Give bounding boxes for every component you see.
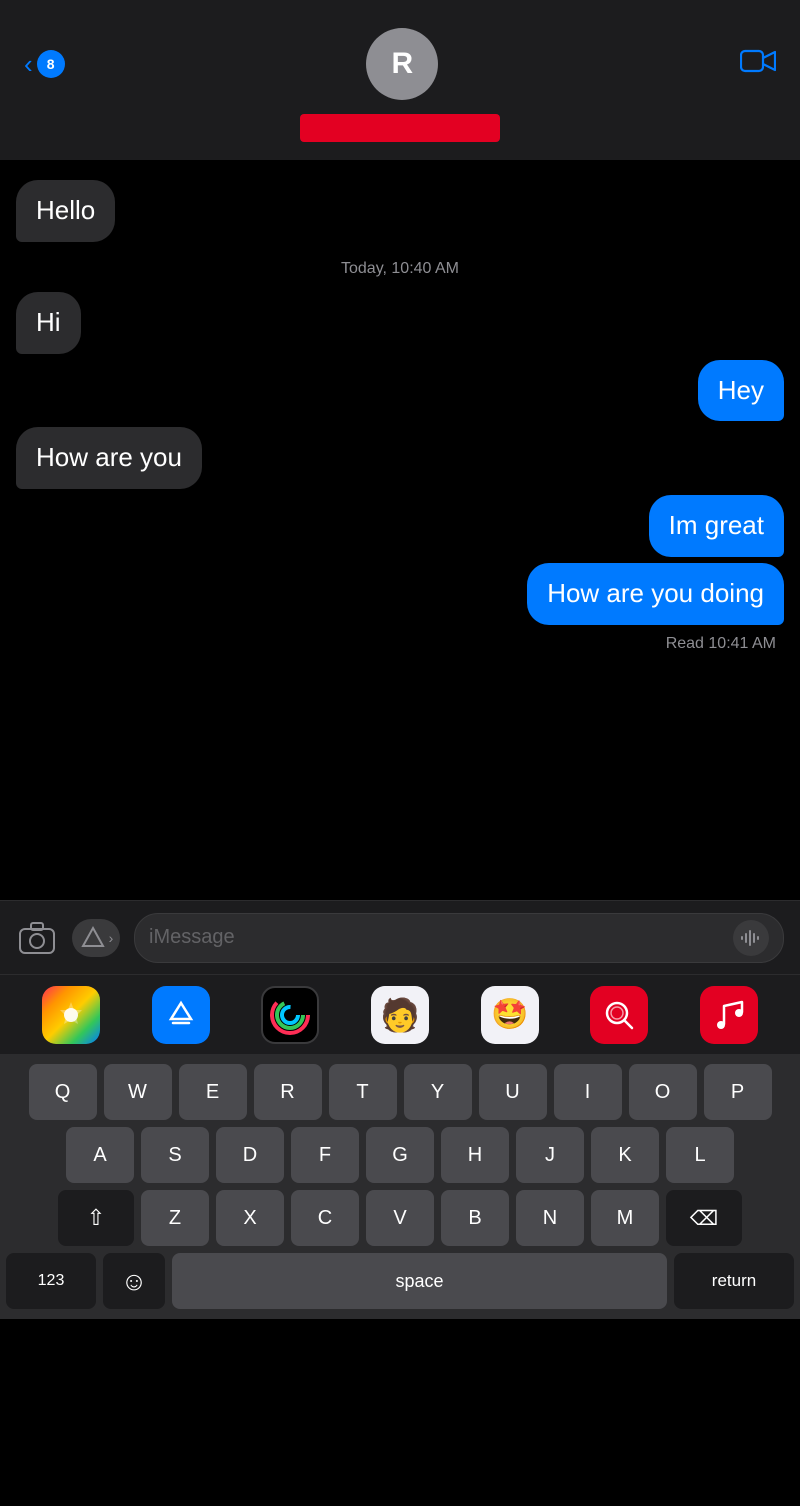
appstore-badge-icon [165, 999, 197, 1031]
video-call-button[interactable] [740, 48, 776, 81]
key-h[interactable]: H [441, 1127, 509, 1183]
message-bubble-1: Hello [16, 180, 115, 242]
key-a[interactable]: A [66, 1127, 134, 1183]
message-text-6: How are you doing [547, 578, 764, 608]
app-strip: 🧑 🤩 [0, 974, 800, 1054]
key-q[interactable]: Q [29, 1064, 97, 1120]
numbers-key[interactable]: 123 [6, 1253, 96, 1309]
keyboard-row-2: A S D F G H J K L [6, 1127, 794, 1183]
return-key[interactable]: return [674, 1253, 794, 1309]
key-f[interactable]: F [291, 1127, 359, 1183]
app-icon-memoji[interactable]: 🧑 [371, 986, 429, 1044]
app-icon-photos[interactable] [42, 986, 100, 1044]
app-icon-emoji-art[interactable]: 🤩 [481, 986, 539, 1044]
key-c[interactable]: C [291, 1190, 359, 1246]
browser-search-icon [602, 998, 636, 1032]
key-b[interactable]: B [441, 1190, 509, 1246]
read-receipt: Read 10:41 AM [16, 635, 784, 653]
key-i[interactable]: I [554, 1064, 622, 1120]
app-icon-fitness[interactable] [261, 986, 319, 1044]
shift-key[interactable]: ⇧ [58, 1190, 134, 1246]
key-v[interactable]: V [366, 1190, 434, 1246]
keyboard-row-bottom: 123 ☺ space return [6, 1253, 794, 1309]
app-icon-browser[interactable] [590, 986, 648, 1044]
contact-name-bar [300, 114, 500, 142]
appstore-icon [79, 924, 107, 952]
key-n[interactable]: N [516, 1190, 584, 1246]
keyboard-row-3: ⇧ Z X C V B N M ⌫ [6, 1190, 794, 1246]
video-camera-icon [740, 48, 776, 74]
key-k[interactable]: K [591, 1127, 659, 1183]
back-chevron-icon: ‹ [24, 51, 33, 77]
message-bubble-6: How are you doing [527, 563, 784, 625]
key-y[interactable]: Y [404, 1064, 472, 1120]
avatar[interactable]: R [366, 28, 438, 100]
app-icon-appstore[interactable] [152, 986, 210, 1044]
space-key[interactable]: space [172, 1253, 667, 1309]
message-bubble-4: How are you [16, 427, 202, 489]
music-note-icon [714, 998, 744, 1032]
emoji-key[interactable]: ☺ [103, 1253, 165, 1309]
input-area: › iMessage [0, 900, 800, 974]
message-bubble-2: Hi [16, 292, 81, 354]
message-text-2: Hi [36, 307, 61, 337]
camera-icon [18, 921, 56, 955]
audio-button[interactable] [733, 920, 769, 956]
key-w[interactable]: W [104, 1064, 172, 1120]
backspace-key[interactable]: ⌫ [666, 1190, 742, 1246]
key-e[interactable]: E [179, 1064, 247, 1120]
key-l[interactable]: L [666, 1127, 734, 1183]
message-text-4: How are you [36, 442, 182, 472]
back-badge: 8 [37, 50, 65, 78]
key-g[interactable]: G [366, 1127, 434, 1183]
back-button[interactable]: ‹ 8 [24, 50, 65, 78]
messages-area: Hello Today, 10:40 AM Hi Hey How are you… [0, 160, 800, 900]
message-text-3: Hey [718, 375, 764, 405]
timestamp-1: Today, 10:40 AM [16, 260, 784, 278]
message-bubble-3: Hey [698, 360, 784, 422]
message-placeholder: iMessage [149, 926, 733, 949]
key-x[interactable]: X [216, 1190, 284, 1246]
keyboard: Q W E R T Y U I O P A S D F G H J K L ⇧ … [0, 1054, 800, 1319]
key-u[interactable]: U [479, 1064, 547, 1120]
keyboard-row-1: Q W E R T Y U I O P [6, 1064, 794, 1120]
key-j[interactable]: J [516, 1127, 584, 1183]
key-d[interactable]: D [216, 1127, 284, 1183]
header: ‹ 8 R [0, 0, 800, 160]
camera-button[interactable] [16, 917, 58, 959]
key-m[interactable]: M [591, 1190, 659, 1246]
message-text-5: Im great [669, 510, 764, 540]
app-icon-music[interactable] [700, 986, 758, 1044]
audio-waveform-icon [740, 927, 762, 949]
key-p[interactable]: P [704, 1064, 772, 1120]
key-r[interactable]: R [254, 1064, 322, 1120]
key-z[interactable]: Z [141, 1190, 209, 1246]
key-t[interactable]: T [329, 1064, 397, 1120]
key-o[interactable]: O [629, 1064, 697, 1120]
message-input-container[interactable]: iMessage [134, 913, 784, 963]
message-bubble-5: Im great [649, 495, 784, 557]
key-s[interactable]: S [141, 1127, 209, 1183]
photos-icon [54, 998, 88, 1032]
fitness-rings-icon [268, 993, 312, 1037]
message-text-1: Hello [36, 195, 95, 225]
appstore-button[interactable]: › [72, 919, 120, 957]
